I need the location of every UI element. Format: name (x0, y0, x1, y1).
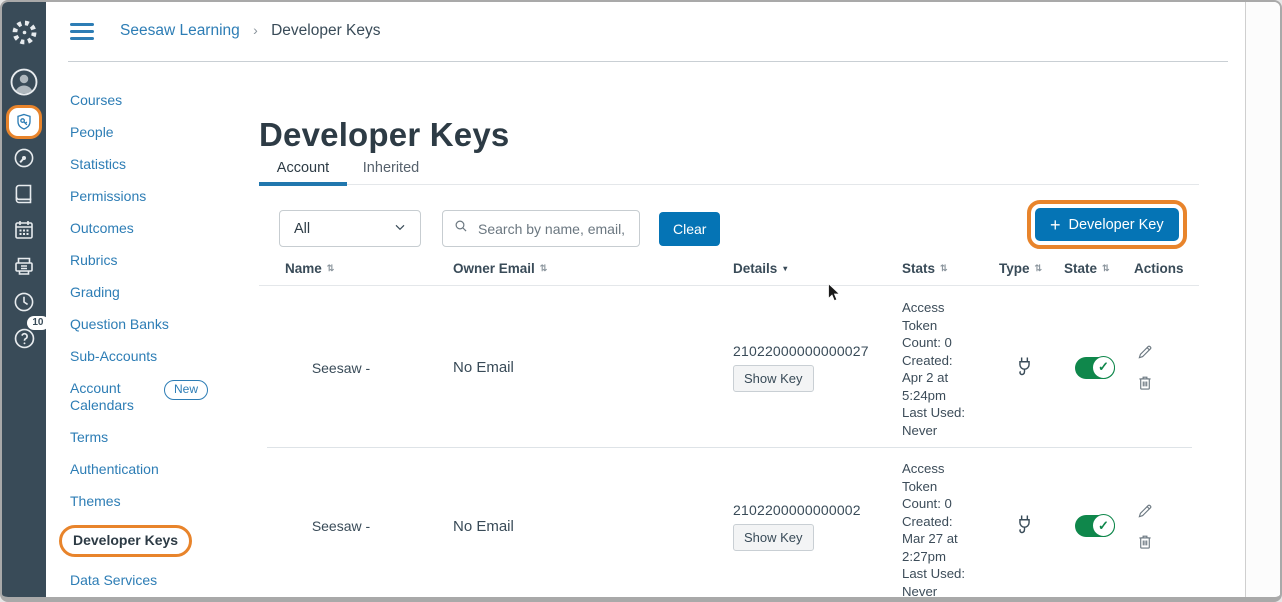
calendar-icon[interactable] (12, 213, 36, 247)
edit-pencil-icon[interactable] (1136, 502, 1154, 520)
plus-icon: + (1050, 217, 1061, 233)
key-stats: Access Token Count: 0 Created: Mar 27 at… (902, 448, 999, 602)
column-header-details[interactable]: Details▾ (733, 261, 902, 285)
key-name: Seesaw - (259, 287, 453, 448)
chevron-down-icon (392, 219, 408, 239)
sidebar-item-rubrics[interactable]: Rubrics (70, 252, 260, 269)
key-actions (1134, 448, 1244, 602)
tab-bar: Account Inherited (259, 157, 1199, 185)
clock-icon[interactable] (12, 285, 36, 319)
lti-plug-icon (1015, 514, 1034, 538)
sidebar-item-terms[interactable]: Terms (70, 429, 260, 446)
table-row: Seesaw - No Email 21022000000000027 Show… (259, 287, 1244, 448)
owner-email: No Email (453, 287, 733, 448)
main-content: Developer Keys Account Inherited All Cle… (259, 2, 1244, 597)
add-developer-key-button[interactable]: + Developer Key (1035, 208, 1179, 241)
key-state: ✓ (1064, 287, 1134, 448)
help-count-badge: 10 (27, 316, 48, 330)
inbox-printer-icon[interactable] (12, 249, 36, 283)
app-window: 10 Seesaw Learning › Developer Keys Cour… (0, 0, 1282, 602)
check-icon: ✓ (1092, 514, 1115, 537)
sidebar-item-people[interactable]: People (70, 124, 260, 141)
owner-email: No Email (453, 448, 733, 602)
key-id: 21022000000000027 (733, 343, 869, 359)
highlight-ring: Developer Keys (59, 525, 192, 557)
book-icon[interactable] (12, 177, 36, 211)
mouse-cursor (826, 283, 842, 308)
key-stats: Access Token Count: 0 Created: Apr 2 at … (902, 287, 999, 448)
account-sidebar: Courses People Statistics Permissions Ou… (70, 92, 260, 602)
check-icon: ✓ (1092, 356, 1115, 379)
dropdown-value: All (294, 221, 310, 237)
lti-plug-icon (1015, 356, 1034, 380)
sidebar-item-permissions[interactable]: Permissions (70, 188, 260, 205)
hamburger-menu-icon[interactable] (70, 23, 94, 40)
page-title: Developer Keys (259, 116, 509, 154)
column-header-actions: Actions (1134, 261, 1199, 285)
breadcrumb-separator: › (253, 22, 258, 38)
type-filter-dropdown[interactable]: All (279, 210, 421, 247)
sidebar-item-authentication[interactable]: Authentication (70, 461, 260, 478)
sidebar-item-sub-accounts[interactable]: Sub-Accounts (70, 348, 260, 365)
sidebar-item-statistics[interactable]: Statistics (70, 156, 260, 173)
user-avatar-icon[interactable] (9, 65, 39, 99)
sidebar-item-question-banks[interactable]: Question Banks (70, 316, 260, 333)
clear-button[interactable]: Clear (659, 212, 720, 246)
state-toggle-on[interactable]: ✓ (1075, 357, 1115, 379)
breadcrumb-account-link[interactable]: Seesaw Learning (120, 22, 240, 39)
key-state: ✓ (1064, 448, 1134, 602)
search-icon (453, 218, 469, 239)
show-key-button[interactable]: Show Key (733, 365, 814, 392)
help-icon[interactable]: 10 (12, 321, 37, 355)
search-box (442, 210, 640, 247)
scrollbar-gutter[interactable] (1245, 2, 1280, 597)
table-header-row: Name⇅ Owner Email⇅ Details▾ Stats⇅ Type⇅… (259, 261, 1199, 286)
sort-desc-icon: ▾ (783, 264, 787, 273)
highlight-ring: + Developer Key (1027, 200, 1187, 249)
sidebar-item-account-calendars[interactable]: Account Calendars New (70, 380, 260, 414)
column-header-stats[interactable]: Stats⇅ (902, 261, 999, 285)
column-header-name[interactable]: Name⇅ (259, 261, 453, 285)
key-details: 21022000000000027 Show Key (733, 287, 902, 448)
key-actions (1134, 287, 1244, 448)
key-id: 2102200000000002 (733, 502, 861, 518)
edit-pencil-icon[interactable] (1136, 343, 1154, 361)
global-nav-rail: 10 (2, 2, 46, 597)
sidebar-item-themes[interactable]: Themes (70, 493, 260, 510)
table-row: Seesaw - No Email 2102200000000002 Show … (259, 448, 1244, 602)
sort-icon: ⇅ (540, 263, 548, 274)
filter-toolbar: All Clear + Developer Key (259, 207, 1244, 255)
sidebar-item-developer-keys[interactable]: Developer Keys (70, 525, 260, 557)
sort-icon: ⇅ (1102, 263, 1110, 274)
tab-account[interactable]: Account (259, 157, 347, 184)
search-input[interactable] (476, 220, 631, 238)
key-type (999, 448, 1064, 602)
sidebar-item-data-services[interactable]: Data Services (70, 572, 260, 589)
sort-icon: ⇅ (940, 263, 948, 274)
gauge-icon[interactable] (12, 141, 36, 175)
state-toggle-on[interactable]: ✓ (1075, 515, 1115, 537)
tab-inherited[interactable]: Inherited (347, 157, 435, 184)
sidebar-item-grading[interactable]: Grading (70, 284, 260, 301)
column-header-state[interactable]: State⇅ (1064, 261, 1134, 285)
admin-shield-key-icon (6, 105, 42, 139)
sort-icon: ⇅ (1035, 263, 1043, 274)
sort-icon: ⇅ (327, 263, 335, 274)
key-details: 2102200000000002 Show Key (733, 448, 902, 602)
sidebar-item-courses[interactable]: Courses (70, 92, 260, 109)
new-badge: New (164, 380, 208, 400)
key-type (999, 287, 1064, 448)
sidebar-item-outcomes[interactable]: Outcomes (70, 220, 260, 237)
delete-trash-icon[interactable] (1136, 374, 1154, 392)
show-key-button[interactable]: Show Key (733, 524, 814, 551)
key-name: Seesaw - (259, 448, 453, 602)
admin-nav-active[interactable] (6, 105, 42, 139)
column-header-type[interactable]: Type⇅ (999, 261, 1064, 285)
canvas-logo-icon[interactable] (11, 15, 38, 49)
column-header-owner-email[interactable]: Owner Email⇅ (453, 261, 733, 285)
delete-trash-icon[interactable] (1136, 533, 1154, 551)
